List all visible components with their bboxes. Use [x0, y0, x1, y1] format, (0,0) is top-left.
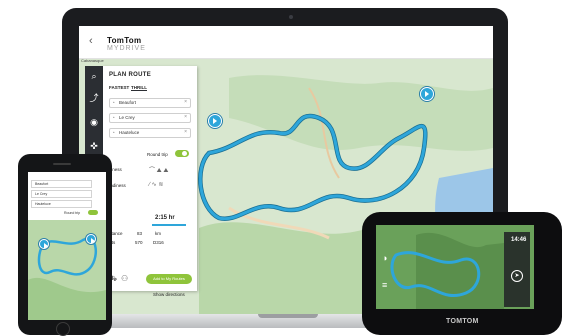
device-compass-icon[interactable]: ➤	[511, 270, 523, 282]
waypoint-dot-icon: •	[113, 130, 115, 135]
stat-value: 570	[135, 240, 143, 245]
device-menu-icon[interactable]: ≡	[382, 280, 387, 290]
remove-waypoint-icon[interactable]: ×	[184, 99, 187, 105]
location-pin-icon[interactable]: ◉	[88, 116, 100, 128]
waypoint-field[interactable]: • Le Crey ×	[109, 113, 191, 123]
laptop-camera	[289, 15, 293, 19]
phone-screen: Beaufort Le Crey Hauteluce Round trip	[28, 172, 106, 320]
motorcycle-icon[interactable]: ⚇	[121, 274, 128, 283]
remove-waypoint-icon[interactable]: ×	[184, 114, 187, 120]
device-brand: TOMTOM	[446, 318, 479, 325]
phone-speaker	[53, 163, 71, 165]
distance-unit: km	[155, 231, 161, 236]
waypoint-text: Hauteluce	[119, 130, 140, 135]
remove-waypoint-icon[interactable]: ×	[184, 129, 187, 135]
phone-pin-icon[interactable]	[86, 234, 96, 244]
distance-value: 83	[137, 231, 143, 236]
route-waypoint-pin-icon[interactable]	[420, 87, 434, 101]
add-to-my-routes-button[interactable]: Add to My Routes	[146, 274, 192, 284]
route-start-pin-icon[interactable]	[208, 114, 222, 128]
phone-round-trip-toggle[interactable]	[88, 210, 98, 215]
laptop-notch	[258, 314, 318, 318]
panel-title: PLAN ROUTE	[109, 72, 151, 78]
phone-home-button[interactable]	[56, 322, 70, 336]
waypoint-dot-icon: •	[113, 115, 115, 120]
tab-thrill[interactable]: THRILL	[131, 85, 147, 91]
hilliness-options-icon[interactable]: ⌒ ⛰ ⛰	[149, 165, 168, 175]
toggle-knob	[182, 151, 187, 156]
tab-fastest[interactable]: FASTEST	[109, 85, 129, 90]
brand-logo: TomTom	[107, 36, 142, 45]
phone-waypoint-field[interactable]: Le Crey	[31, 190, 92, 198]
phone-round-trip-label: Round trip	[64, 211, 81, 215]
phone-waypoint-field[interactable]: Hauteluce	[31, 200, 92, 208]
waypoint-text: Le Crey	[119, 115, 135, 120]
map-location-label: Cabanasque	[81, 58, 104, 63]
brand-product: MYDRIVE	[107, 45, 146, 52]
device-zoom-icon[interactable]: ◑	[382, 253, 387, 263]
phone-pin-icon[interactable]	[39, 239, 49, 249]
show-directions-link[interactable]: Show directions	[153, 292, 185, 297]
round-trip-label: Round trip	[147, 152, 168, 157]
app-header: ‹ TomTom MYDRIVE	[79, 26, 493, 59]
layers-icon[interactable]: ✜	[88, 140, 100, 152]
duration-bar	[152, 224, 186, 226]
search-icon[interactable]: ⌕	[88, 70, 100, 82]
phone-waypoint-field[interactable]: Beaufort	[31, 180, 92, 188]
route-icon[interactable]: ⤴	[88, 92, 100, 104]
windiness-options-icon[interactable]: ∕ ∿ ≋	[149, 181, 163, 188]
waypoint-field[interactable]: • Hauteluce ×	[109, 128, 191, 138]
waypoint-field[interactable]: • Beaufort ×	[109, 98, 191, 108]
route-duration: 2:15 hr	[155, 215, 175, 221]
device-time: 14:46	[511, 237, 527, 243]
waypoint-dot-icon: •	[113, 100, 115, 105]
back-chevron-icon[interactable]: ‹	[89, 35, 93, 47]
plan-route-panel: PLAN ROUTE FASTEST THRILL • Beaufort × •…	[103, 66, 197, 297]
waypoint-text: Beaufort	[119, 100, 137, 105]
stat-value: D316	[153, 240, 164, 245]
